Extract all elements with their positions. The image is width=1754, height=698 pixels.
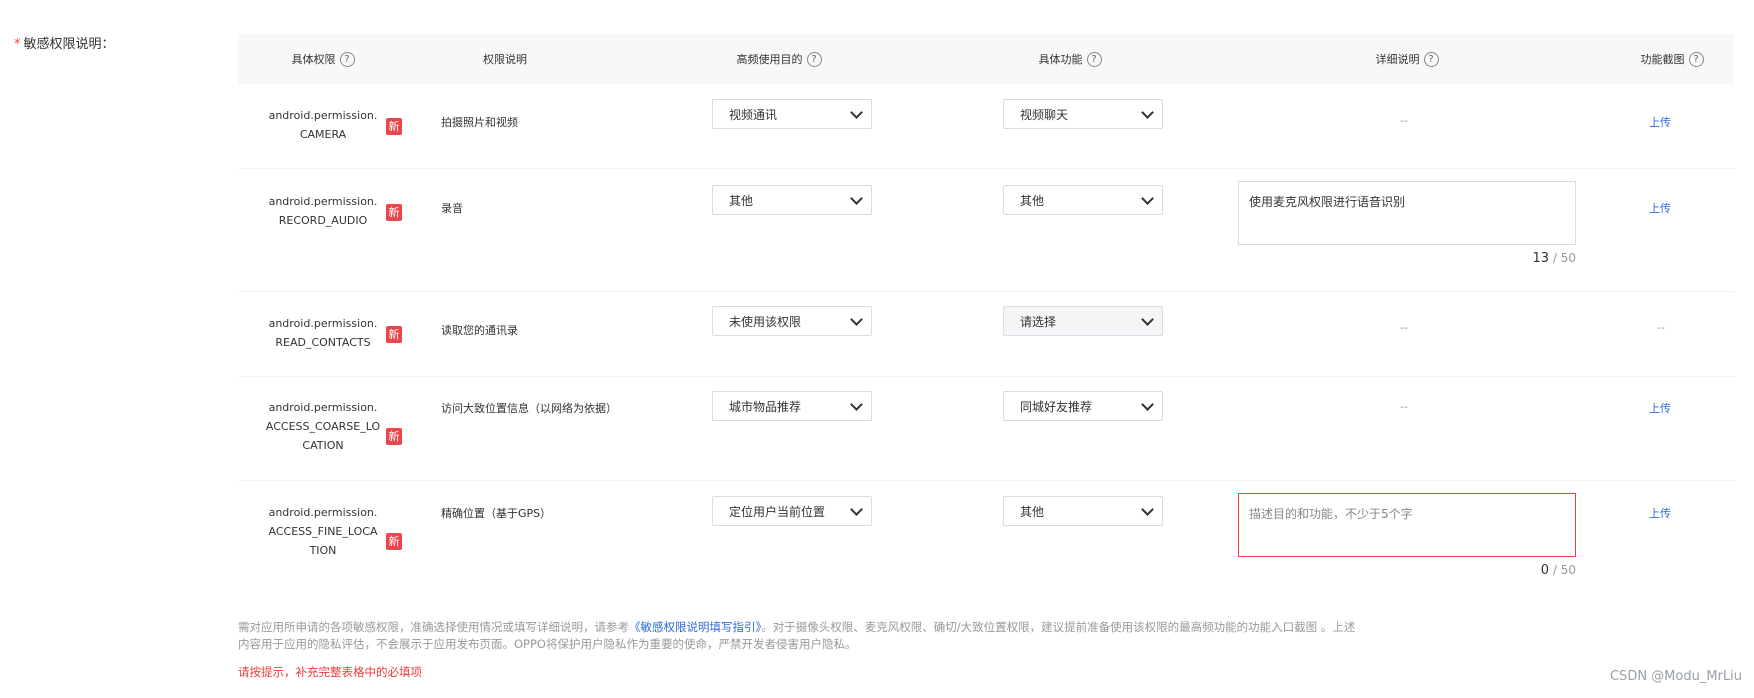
- permission-name: android.permission. ACCESS_FINE_LOCA TIO…: [238, 503, 408, 560]
- feature-select[interactable]: 视频聊天: [1003, 99, 1163, 129]
- watermark: CSDN @Modu_MrLiu: [1609, 669, 1742, 684]
- permission-desc: 录音: [441, 202, 463, 215]
- new-badge: 新: [386, 204, 402, 221]
- detail-empty: --: [1400, 114, 1408, 127]
- header-desc: 权限说明: [483, 53, 527, 66]
- detail-empty: --: [1400, 321, 1408, 334]
- chevron-down-icon: [1141, 312, 1154, 326]
- field-label-text: 敏感权限说明：: [23, 37, 115, 52]
- help-icon[interactable]: ?: [1423, 51, 1439, 67]
- purpose-select[interactable]: 城市物品推荐: [712, 391, 872, 421]
- chevron-down-icon: [1141, 191, 1154, 205]
- upload-link[interactable]: 上传: [1649, 505, 1671, 521]
- permission-name: android.permission. RECORD_AUDIO 新: [238, 192, 408, 230]
- permissions-table: 具体权限? 权限说明 高频使用目的? 具体功能? 详细说明? 功能截图? and…: [238, 34, 1734, 593]
- detail-empty: --: [1400, 400, 1408, 413]
- header-detail: 详细说明?: [1238, 34, 1576, 84]
- chevron-down-icon: [850, 502, 863, 516]
- header-feature: 具体功能?: [990, 34, 1150, 84]
- header-purpose: 高频使用目的?: [699, 34, 859, 84]
- permission-name: android.permission. READ_CONTACTS 新: [238, 314, 408, 352]
- header-screenshot: 功能截图?: [1622, 34, 1722, 84]
- feature-select[interactable]: 其他: [1003, 185, 1163, 215]
- new-badge: 新: [386, 118, 402, 135]
- help-note: 需对应用所申请的各项敏感权限，准确选择使用情况或填写详细说明，请参考《敏感权限说…: [238, 620, 1356, 651]
- field-label: * 敏感权限说明：: [14, 33, 115, 52]
- guide-link[interactable]: 《敏感权限说明填写指引》: [629, 620, 761, 634]
- table-row: android.permission. CAMERA 新 拍摄照片和视频 视频通…: [238, 84, 1734, 169]
- detail-textarea[interactable]: 使用麦克风权限进行语音识别: [1238, 181, 1576, 245]
- screenshot-empty: --: [1657, 321, 1665, 334]
- upload-link[interactable]: 上传: [1649, 114, 1671, 130]
- table-row: android.permission. ACCESS_FINE_LOCA TIO…: [238, 481, 1734, 593]
- char-counter: 13 / 50: [1532, 251, 1576, 266]
- chevron-down-icon: [850, 312, 863, 326]
- help-icon[interactable]: ?: [806, 51, 822, 67]
- purpose-select[interactable]: 其他: [712, 185, 872, 215]
- table-header: 具体权限? 权限说明 高频使用目的? 具体功能? 详细说明? 功能截图?: [238, 34, 1734, 84]
- purpose-select[interactable]: 未使用该权限: [712, 306, 872, 336]
- new-badge: 新: [386, 533, 402, 550]
- help-icon[interactable]: ?: [1688, 51, 1704, 67]
- new-badge: 新: [386, 428, 402, 445]
- purpose-select[interactable]: 视频通讯: [712, 99, 872, 129]
- chevron-down-icon: [1141, 502, 1154, 516]
- permission-name: android.permission. CAMERA 新: [238, 106, 408, 144]
- validation-warning: 请按提示，补充完整表格中的必填项: [238, 665, 422, 679]
- table-row: android.permission. READ_CONTACTS 新 读取您的…: [238, 292, 1734, 377]
- permission-desc: 拍摄照片和视频: [441, 116, 518, 129]
- chevron-down-icon: [1141, 397, 1154, 411]
- upload-link[interactable]: 上传: [1649, 400, 1671, 416]
- feature-select[interactable]: 请选择: [1003, 306, 1163, 336]
- permission-name: android.permission. ACCESS_COARSE_LO CAT…: [238, 398, 408, 455]
- help-icon[interactable]: ?: [1086, 51, 1102, 67]
- upload-link[interactable]: 上传: [1649, 200, 1671, 216]
- detail-textarea[interactable]: 描述目的和功能，不少于5个字: [1238, 493, 1576, 557]
- purpose-select[interactable]: 定位用户当前位置: [712, 496, 872, 526]
- permission-desc: 访问大致位置信息（以网络为依据）: [441, 402, 617, 415]
- feature-select[interactable]: 其他: [1003, 496, 1163, 526]
- chevron-down-icon: [850, 191, 863, 205]
- table-row: android.permission. RECORD_AUDIO 新 录音 其他…: [238, 169, 1734, 292]
- table-row: android.permission. ACCESS_COARSE_LO CAT…: [238, 377, 1734, 481]
- permission-desc: 读取您的通讯录: [441, 324, 518, 337]
- chevron-down-icon: [850, 105, 863, 119]
- feature-select[interactable]: 同城好友推荐: [1003, 391, 1163, 421]
- new-badge: 新: [386, 326, 402, 343]
- required-mark: *: [14, 37, 21, 52]
- chevron-down-icon: [1141, 105, 1154, 119]
- char-counter: 0 / 50: [1540, 563, 1576, 578]
- permission-desc: 精确位置（基于GPS）: [441, 507, 552, 520]
- chevron-down-icon: [850, 397, 863, 411]
- header-perm: 具体权限?: [238, 34, 408, 84]
- help-icon[interactable]: ?: [339, 51, 355, 67]
